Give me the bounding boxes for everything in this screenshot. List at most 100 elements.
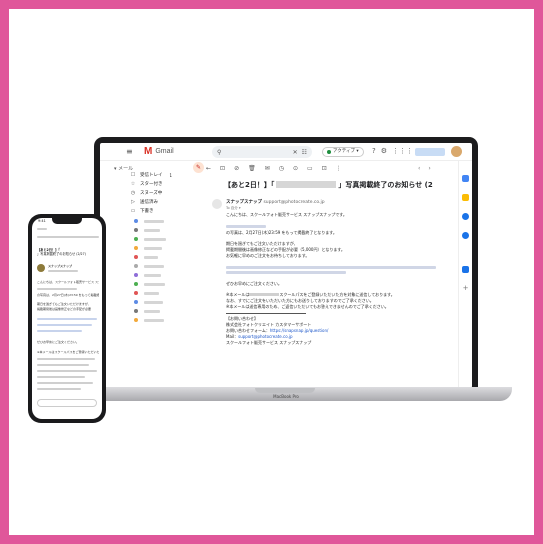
delete-icon[interactable]: 🗑 (248, 165, 256, 172)
redacted-text (48, 270, 78, 273)
label-item[interactable] (144, 319, 164, 322)
mail-link[interactable]: support@photocreate.co.jp (238, 334, 292, 339)
notice-prefix: ※本メールは (226, 292, 250, 297)
sidebar-item-sent[interactable]: ▷ 送信済み (130, 199, 172, 205)
move-to-icon[interactable]: ▭ (307, 165, 313, 172)
phone-subject: 【あと2日！】「 」写真掲載終了のお知らせ (2/27) (37, 248, 97, 256)
redacted-text (37, 236, 99, 239)
phone-body-line: こんにちは、スクールフォト販売サービス スナップスナップです。 (37, 280, 99, 284)
mail-section-toggle[interactable]: ▾ メール (114, 165, 133, 172)
label-item[interactable] (144, 229, 160, 232)
back-icon[interactable] (37, 228, 47, 231)
search-filter-icon[interactable]: ☷ (302, 149, 307, 156)
form-link[interactable]: https://snapsnap.jp/question/ (270, 328, 328, 333)
account-chip[interactable] (415, 148, 445, 156)
email-body: こんにちは、スクールフォト販売サービス スナップスナップです。 の写真は、2月2… (226, 212, 451, 346)
redacted-text (249, 293, 280, 296)
snooze-icon[interactable]: ◷ (279, 165, 284, 172)
redacted-link[interactable] (37, 324, 92, 327)
sidebar-item-label: 下書き (140, 209, 154, 214)
redacted-link[interactable] (37, 318, 97, 321)
mail-label: Mail： (226, 334, 239, 339)
mark-unread-icon[interactable]: ✉ (265, 165, 270, 172)
gmail-logo[interactable]: M Gmail (144, 146, 174, 157)
add-addon-icon[interactable]: + (462, 285, 469, 292)
recipient-line[interactable]: To 自分 ▾ (226, 206, 241, 211)
sidebar-item-snoozed[interactable]: ◷ スヌーズ中 (130, 190, 172, 196)
back-icon[interactable]: ← (206, 165, 211, 172)
report-spam-icon[interactable]: ⊘ (234, 165, 239, 172)
sender-address: support@photocreate.co.jp (263, 200, 325, 205)
phone-body-line: の写真は、2月27日(木)23:59 をもって掲載終了となります。 (37, 293, 99, 297)
redacted-link[interactable] (226, 266, 436, 269)
unread-count: 1 (169, 172, 172, 178)
phone-notch (52, 218, 82, 224)
label-dot (134, 300, 138, 304)
label-icon[interactable]: ⊡ (322, 165, 327, 172)
sender-name: スナップスナップ (226, 200, 262, 205)
next-icon[interactable]: › (428, 165, 430, 172)
label-dot (134, 264, 138, 268)
email-subject: 【あと2日！】「 」写真掲載終了のお知らせ (2 (224, 180, 433, 190)
more-icon[interactable]: ⋮ (336, 165, 342, 172)
clock-icon: ◷ (130, 190, 136, 196)
redacted-link[interactable] (37, 330, 82, 333)
tasks-icon[interactable] (462, 213, 469, 220)
label-dot (134, 273, 138, 277)
active-status-label: アクティブ ▾ (333, 149, 359, 154)
notice-suffix: スクールパスをご登録いただいた方を対象に送信しております。 (279, 292, 395, 297)
phone-body-line: 掲載期間後は画像修正などの手配が必要 (37, 307, 92, 311)
redacted-text (37, 370, 97, 373)
message-toolbar: ← ⊡ ⊘ 🗑 ✉ ◷ ⊙ ▭ ⊡ ⋮ (206, 165, 342, 172)
label-item[interactable] (144, 283, 165, 286)
contacts-icon[interactable] (462, 232, 469, 239)
laptop-label: MacBook Pro (273, 394, 299, 399)
label-item[interactable] (144, 274, 161, 277)
label-item[interactable] (144, 238, 166, 241)
active-status-button[interactable]: アクティブ ▾ (322, 147, 364, 157)
label-item[interactable] (144, 256, 158, 259)
search-icon[interactable]: ⚲ (217, 149, 221, 156)
help-icon[interactable]: ? (372, 147, 376, 155)
sidebar-item-drafts[interactable]: ▭ 下書き (130, 208, 172, 214)
label-item[interactable] (144, 292, 159, 295)
status-dot (327, 150, 331, 154)
sidebar-item-starred[interactable]: ☆ スター付き (130, 181, 172, 187)
compose-button[interactable]: ✎ (193, 162, 204, 173)
sender-avatar (37, 264, 45, 272)
label-dot (134, 282, 138, 286)
sidebar-item-inbox[interactable]: ☐ 受信トレイ 1 (130, 172, 172, 178)
redacted-text (37, 376, 85, 379)
zoom-icon[interactable] (462, 266, 469, 273)
avatar[interactable] (451, 146, 462, 157)
sidebar: ▾ メール ☐ 受信トレイ 1 ☆ スター付き ◷ スヌーズ中 ▷ 送信済み ▭… (100, 161, 172, 388)
add-task-icon[interactable]: ⊙ (293, 165, 298, 172)
label-dot (134, 291, 138, 295)
label-item[interactable] (144, 247, 162, 250)
clear-search-icon[interactable]: ✕ (293, 149, 298, 156)
search-input[interactable]: ⚲ ✕ ☷ (212, 146, 312, 158)
label-item[interactable] (144, 220, 164, 223)
redacted-text (37, 358, 95, 361)
send-icon: ▷ (131, 199, 135, 205)
archive-icon[interactable]: ⊡ (220, 165, 225, 172)
label-item[interactable] (144, 265, 164, 268)
menu-icon[interactable]: ≡ (126, 147, 140, 156)
gear-icon[interactable]: ⚙ (381, 147, 387, 155)
phone-time: 9:41 (38, 219, 46, 223)
label-dot (134, 219, 138, 223)
sidebar-item-label: スター付き (140, 182, 163, 187)
redacted-text (37, 364, 89, 367)
phone-body-line: ぜひお早めにご注文ください。 (37, 340, 79, 344)
redacted-link[interactable] (226, 271, 346, 274)
label-item[interactable] (144, 310, 160, 313)
apps-icon[interactable]: ⋮⋮⋮ (392, 147, 413, 155)
label-item[interactable] (144, 301, 163, 304)
label-dot (134, 318, 138, 322)
reply-button[interactable] (37, 399, 97, 407)
keep-icon[interactable] (462, 194, 469, 201)
calendar-icon[interactable] (462, 175, 469, 182)
sidebar-item-label: 受信トレイ (140, 173, 163, 178)
label-dot (134, 246, 138, 250)
prev-icon[interactable]: ‹ (418, 165, 420, 172)
